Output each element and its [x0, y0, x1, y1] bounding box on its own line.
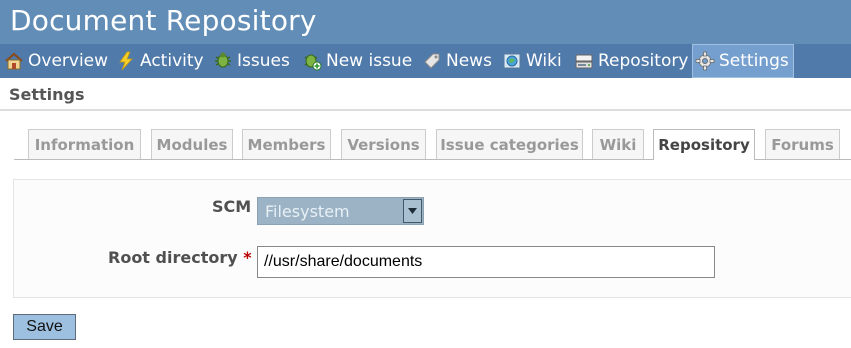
menu-item-wiki[interactable]: Wiki: [502, 44, 562, 78]
menu-item-label: Wiki: [526, 51, 562, 71]
gear-icon: [695, 51, 715, 71]
menu-item-activity[interactable]: Activity: [116, 44, 204, 78]
menu-item-issues[interactable]: Issues: [213, 44, 290, 78]
tab-wiki[interactable]: Wiki: [592, 129, 644, 159]
menu-item-label: Overview: [28, 51, 109, 71]
repository-settings-box: [13, 179, 851, 298]
tab-versions[interactable]: Versions: [341, 129, 426, 159]
tab-issue-categories[interactable]: Issue categories: [436, 129, 583, 159]
project-header: Document Repository: [0, 0, 851, 44]
menu-item-label: News: [446, 51, 492, 71]
repository-drive-icon: [574, 51, 594, 71]
menu-item-news[interactable]: News: [422, 44, 492, 78]
menu-item-label: Repository: [598, 51, 689, 71]
tab-repository[interactable]: Repository: [653, 129, 755, 160]
root-directory-label-text: Root directory: [108, 248, 238, 267]
menu-item-label: Issues: [237, 51, 290, 71]
menu-item-new-issue[interactable]: New issue: [302, 44, 412, 78]
bug-add-icon: [302, 51, 322, 71]
heading-divider: [0, 109, 851, 111]
tab-information[interactable]: Information: [28, 129, 141, 159]
menu-item-label: Settings: [719, 51, 789, 71]
menu-item-label: Activity: [140, 51, 204, 71]
menu-item-overview[interactable]: Overview: [4, 44, 108, 78]
root-directory-label: Root directory *: [108, 248, 252, 267]
menu-item-label: New issue: [326, 51, 413, 71]
tab-members[interactable]: Members: [242, 129, 331, 159]
wiki-globe-icon: [502, 51, 522, 71]
save-button[interactable]: Save: [13, 314, 76, 340]
tab-forums[interactable]: Forums: [765, 129, 840, 159]
scm-select-value: Filesystem: [265, 202, 350, 221]
news-tag-icon: [422, 51, 442, 71]
chevron-down-icon[interactable]: [403, 199, 422, 223]
scm-label: SCM: [212, 197, 252, 216]
scm-select[interactable]: Filesystem: [257, 197, 424, 225]
required-marker: *: [243, 248, 252, 267]
lightning-icon: [116, 51, 136, 71]
project-title: Document Repository: [10, 4, 317, 37]
page-title: Settings: [9, 85, 85, 104]
bug-icon: [213, 51, 233, 71]
root-directory-input[interactable]: [257, 246, 715, 278]
tab-modules[interactable]: Modules: [151, 129, 233, 159]
menu-item-repository[interactable]: Repository: [574, 44, 688, 78]
menu-item-settings[interactable]: Settings: [692, 44, 794, 78]
home-icon: [4, 51, 24, 71]
